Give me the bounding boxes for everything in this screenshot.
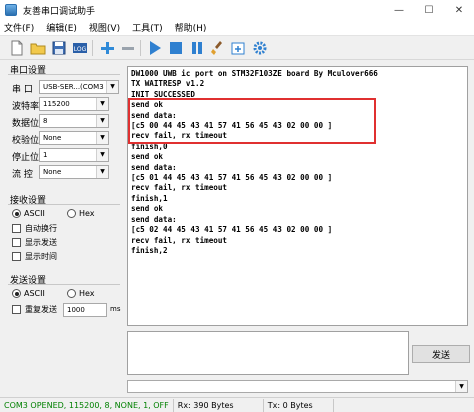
clear-brush-icon[interactable]	[209, 39, 227, 57]
flow-select[interactable]: None ▼	[39, 165, 109, 179]
parity-select[interactable]: None ▼	[39, 131, 109, 145]
log-icon[interactable]: LOG	[71, 39, 89, 57]
parity-label: 校验位	[12, 136, 40, 146]
rx-count: Rx: 390 Bytes	[174, 398, 264, 412]
close-button[interactable]: ✕	[444, 0, 474, 20]
repeat-send-checkbox[interactable]	[12, 305, 21, 314]
open-folder-icon[interactable]	[29, 39, 47, 57]
receive-line: TX WAITRESP v1.2	[131, 79, 205, 89]
save-icon[interactable]	[50, 39, 68, 57]
chevron-down-icon: ▼	[96, 149, 108, 161]
baud-select[interactable]: 115200 ▼	[39, 97, 109, 111]
add-icon[interactable]	[98, 39, 116, 57]
chevron-down-icon: ▼	[96, 115, 108, 127]
baud-label: 波特率	[12, 102, 40, 112]
receive-line: DW1000 UWB ic port on STM32F103ZE board …	[131, 69, 378, 78]
show-send-label: 显示发送	[25, 238, 57, 247]
tx-count: Tx: 0 Bytes	[264, 398, 334, 412]
send-ascii-label: ASCII	[24, 289, 45, 298]
databits-label: 数据位	[12, 119, 40, 129]
autowrap-checkbox[interactable]	[12, 224, 21, 233]
recv-hex-radio[interactable]	[67, 209, 76, 218]
stopbits-label: 停止位	[12, 153, 40, 163]
window-title: 友善串口调试助手	[23, 6, 96, 17]
highlight-annotation-box	[128, 98, 376, 144]
autowrap-label: 自动换行	[25, 224, 57, 233]
maximize-button[interactable]: ☐	[414, 0, 444, 20]
new-window-icon[interactable]	[230, 39, 248, 57]
chevron-down-icon: ▼	[96, 166, 108, 178]
status-bar: COM3 OPENED, 115200, 8, NONE, 1, OFF Rx:…	[0, 397, 474, 412]
repeat-period-input[interactable]: 1000	[63, 303, 107, 317]
chevron-down-icon: ▼	[96, 132, 108, 144]
receive-line: send ok	[131, 152, 164, 162]
menu-file[interactable]: 文件(F)	[4, 21, 34, 34]
receive-line: finish,2	[131, 245, 168, 255]
show-send-checkbox[interactable]	[12, 238, 21, 247]
receive-line: recv fail, rx timeout	[131, 235, 228, 245]
stop-icon[interactable]	[167, 39, 185, 57]
title-bar: 友善串口调试助手 — ☐ ✕	[0, 0, 474, 20]
receive-line: send data:	[131, 214, 177, 224]
recv-ascii-radio[interactable]	[12, 209, 21, 218]
receive-line: [c5 01 44 45 43 41 57 41 56 45 43 02 00 …	[131, 173, 333, 183]
menu-bar: 文件(F) 编辑(E) 视图(V) 工具(T) 帮助(H)	[0, 20, 474, 36]
pause-icon[interactable]	[188, 39, 206, 57]
chevron-down-icon: ▼	[106, 81, 118, 93]
flow-label: 流 控	[12, 170, 33, 180]
show-time-checkbox[interactable]	[12, 252, 21, 261]
send-hex-label: Hex	[79, 289, 95, 298]
recv-hex-label: Hex	[79, 209, 95, 218]
receive-line: finish,1	[131, 193, 168, 203]
send-text-input[interactable]	[127, 331, 409, 375]
menu-edit[interactable]: 编辑(E)	[46, 21, 77, 34]
play-icon[interactable]	[146, 39, 164, 57]
svg-text:LOG: LOG	[74, 46, 87, 53]
port-label: 串 口	[12, 85, 33, 95]
period-unit-label: ms	[110, 305, 121, 313]
menu-view[interactable]: 视图(V)	[89, 21, 120, 34]
stopbits-select[interactable]: 1 ▼	[39, 148, 109, 162]
settings-gear-icon[interactable]	[251, 39, 269, 57]
menu-help[interactable]: 帮助(H)	[175, 21, 207, 34]
minimize-button[interactable]: —	[384, 0, 414, 20]
port-status: COM3 OPENED, 115200, 8, NONE, 1, OFF	[0, 398, 174, 412]
chevron-down-icon: ▼	[455, 381, 467, 392]
show-time-label: 显示时间	[25, 252, 57, 261]
send-hex-radio[interactable]	[67, 289, 76, 298]
remove-icon[interactable]	[119, 39, 137, 57]
toolbar: LOG	[0, 36, 474, 60]
menu-tools[interactable]: 工具(T)	[132, 21, 163, 34]
receive-line: send ok	[131, 204, 164, 214]
settings-panel: 串口设置 串 口 USB-SER...(COM3 ▼ 波特率 115200 ▼ 数据…	[0, 60, 124, 396]
new-file-icon[interactable]	[8, 39, 26, 57]
port-select[interactable]: USB-SER...(COM3 ▼	[39, 80, 119, 94]
receive-line: send data:	[131, 162, 177, 172]
recv-ascii-label: ASCII	[24, 209, 45, 218]
send-ascii-radio[interactable]	[12, 289, 21, 298]
repeat-send-label: 重复发送	[25, 305, 57, 314]
chevron-down-icon: ▼	[96, 98, 108, 110]
databits-select[interactable]: 8 ▼	[39, 114, 109, 128]
receive-line: recv fail, rx timeout	[131, 183, 228, 193]
receive-line: [c5 02 44 45 43 41 57 41 56 45 43 02 00 …	[131, 225, 333, 235]
app-icon	[5, 4, 17, 16]
send-history-select[interactable]: ▼	[127, 380, 468, 393]
send-button[interactable]: 发送	[412, 345, 470, 363]
